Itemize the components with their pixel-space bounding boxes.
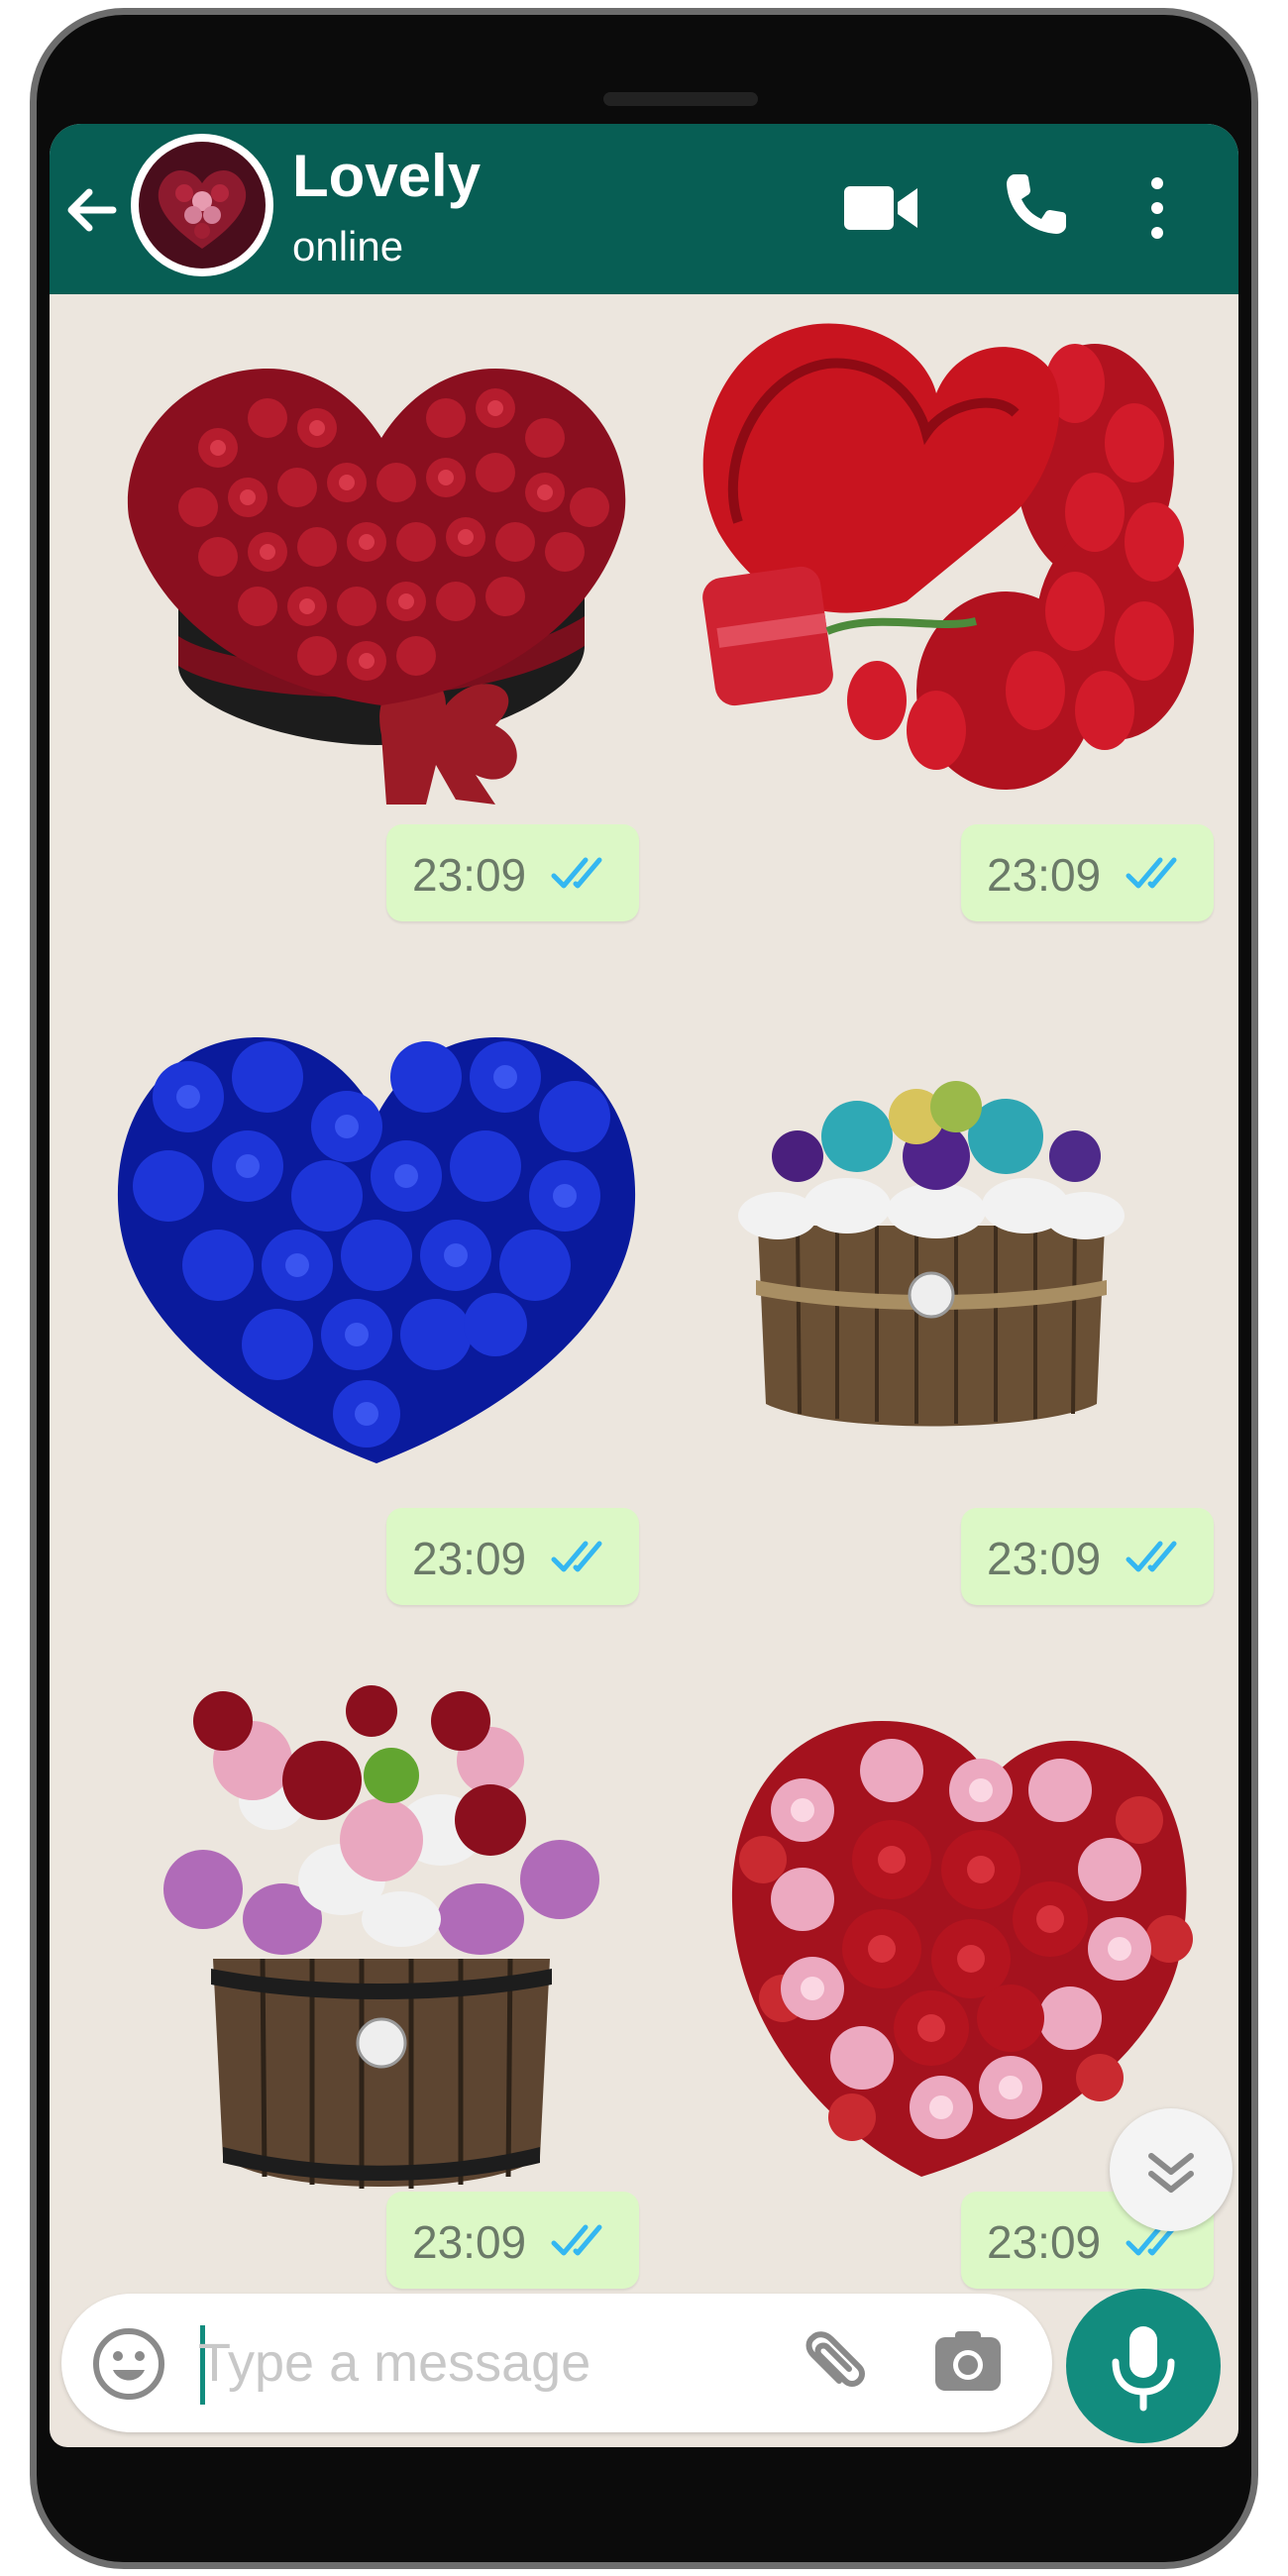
message-time: 23:09: [987, 2216, 1102, 2268]
message-time: 23:09: [987, 1533, 1102, 1584]
message-time: 23:09: [412, 849, 527, 901]
message-time-bubble: 23:09: [961, 824, 1214, 921]
message-time: 23:09: [987, 849, 1102, 901]
double-chevron-down-icon: [1148, 2153, 1194, 2193]
sticker-red-rose-heart-box[interactable]: [119, 309, 644, 814]
emoji-icon[interactable]: [91, 2326, 166, 2402]
voice-message-button[interactable]: [1066, 2289, 1221, 2443]
double-check-read-icon: [551, 1541, 602, 1572]
message-composer: [61, 2294, 1052, 2432]
message-time-bubble: 23:09: [386, 824, 639, 921]
double-check-read-icon: [1126, 857, 1177, 889]
speaker-grille: [603, 92, 758, 106]
avatar-image: [139, 142, 266, 268]
message-input[interactable]: [198, 2325, 753, 2401]
contact-status: online: [292, 223, 404, 269]
scroll-to-bottom-button[interactable]: [1110, 2108, 1233, 2231]
double-check-read-icon: [1126, 1541, 1177, 1572]
attach-icon[interactable]: [790, 2323, 869, 2403]
avatar[interactable]: [131, 134, 273, 276]
message-time-bubble: 23:09: [386, 1508, 639, 1605]
chat-header: Lovely online: [50, 124, 1238, 294]
more-vertical-icon[interactable]: [1139, 173, 1175, 243]
microphone-icon: [1112, 2326, 1175, 2412]
sticker-blue-rose-heart[interactable]: [109, 1018, 644, 1473]
sticker-red-velvet-heart-roses[interactable]: [679, 314, 1199, 809]
arrow-left-icon[interactable]: [59, 178, 123, 242]
contact-name[interactable]: Lovely: [292, 142, 481, 210]
message-time-bubble: 23:09: [961, 1508, 1214, 1605]
message-time-bubble: 23:09: [386, 2192, 639, 2289]
phone-icon[interactable]: [1001, 168, 1072, 240]
double-check-read-icon: [551, 857, 602, 889]
video-camera-icon[interactable]: [842, 178, 921, 238]
sticker-flower-bucket[interactable]: [154, 1681, 609, 2197]
message-list[interactable]: 23:09 23:09 23:09 23:09 23:09 23:09: [50, 294, 1238, 2310]
message-time: 23:09: [412, 2216, 527, 2268]
double-check-read-icon: [551, 2224, 602, 2256]
sticker-mixed-flowers-basket[interactable]: [738, 1077, 1125, 1434]
camera-icon[interactable]: [933, 2329, 1003, 2395]
message-time: 23:09: [412, 1533, 527, 1584]
app-screen: Lovely online 23:09 23:09 23:09 23:09 23…: [50, 124, 1238, 2447]
